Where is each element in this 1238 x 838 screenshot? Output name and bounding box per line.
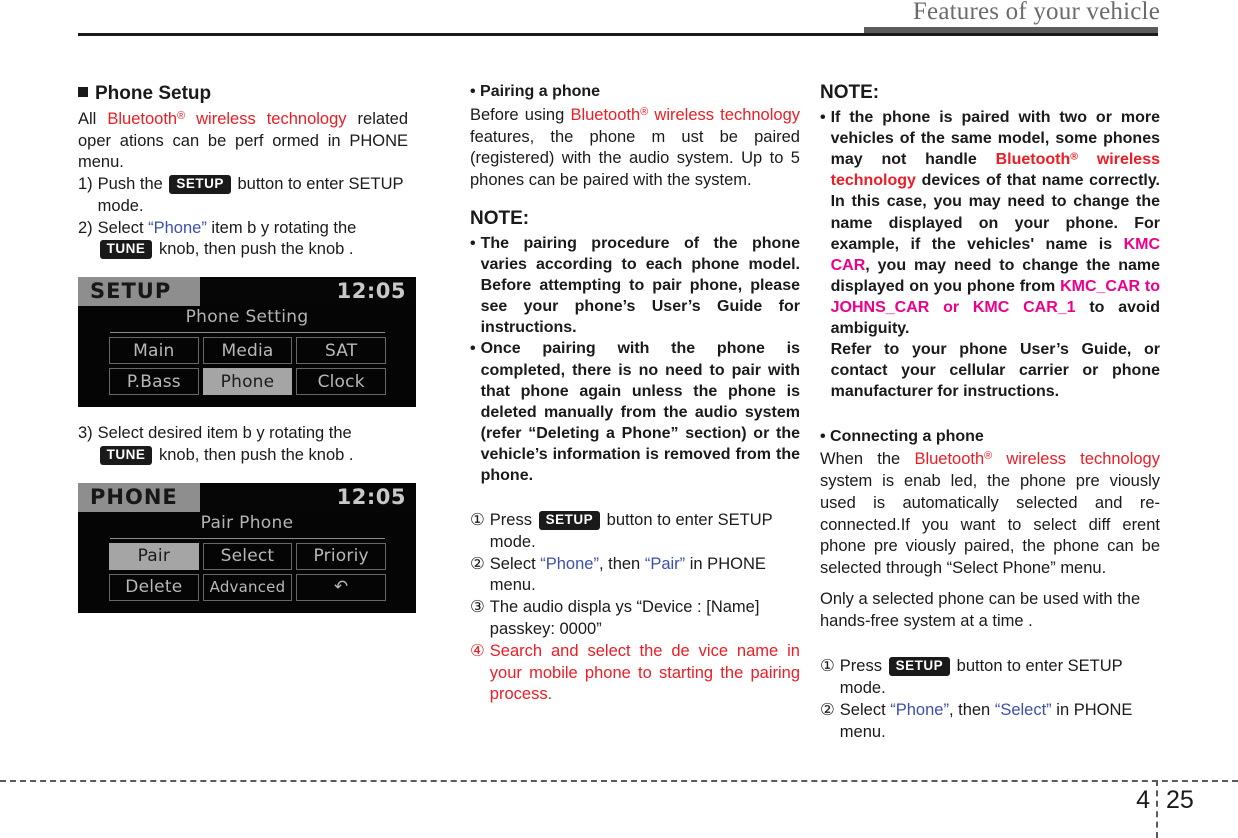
screen-button-delete[interactable]: Delete	[109, 573, 199, 601]
screen-mode-label: PHONE	[90, 484, 178, 509]
list-item: 2) Select “Phone” item b y rotating the …	[78, 218, 408, 262]
screen-clock: 12:05	[336, 484, 406, 509]
circled-number-marker: ①	[470, 511, 485, 530]
list-marker: 1)	[78, 175, 93, 194]
screen-button-priority[interactable]: Prioriy	[296, 542, 386, 570]
screen-button-grid: Pair Select Prioriy Delete Advanced ↶	[109, 542, 386, 601]
section-heading-phone-setup: Phone Setup	[78, 82, 408, 106]
bullet-marker: •	[470, 234, 476, 252]
square-bullet-icon	[78, 87, 88, 97]
list-item: ① Press SETUP button to enter SETUP mode…	[470, 510, 800, 554]
section-heading-connecting-a-phone: • Connecting a phone	[820, 427, 984, 445]
bluetooth-trademark: Bluetooth® wireless technology	[914, 450, 1160, 469]
setup-keycap: SETUP	[888, 657, 951, 677]
list-item: • If the phone is paired with two or mor…	[820, 107, 1160, 403]
middle-column: • Pairing a phone Before using Bluetooth…	[470, 82, 800, 706]
circled-number-marker: ②	[820, 700, 835, 719]
setup-keycap: SETUP	[538, 511, 601, 531]
footer-rule	[0, 780, 1238, 782]
note-heading: NOTE:	[820, 82, 880, 103]
screen-button-phone[interactable]: Phone	[202, 368, 293, 396]
footer-vertical-rule	[1156, 780, 1158, 838]
phone-setup-intro: All Bluetooth® wireless technology relat…	[78, 109, 409, 172]
screen-subtitle: Phone Setting	[185, 307, 309, 328]
screen-mode-label: SETUP	[90, 279, 172, 304]
screen-button-back-arrow-icon[interactable]: ↶	[296, 573, 386, 601]
registered-icon: ®	[984, 450, 993, 463]
note-heading: NOTE:	[470, 207, 530, 229]
screen-titlebar: PHONE 12:05	[78, 482, 416, 512]
list-item: ③ The audio displa ys “Device : [Name] p…	[470, 597, 800, 641]
connecting-body-1: When the Bluetooth® wireless technology …	[820, 450, 1160, 578]
connecting-body-2: Only a selected phone can be used with t…	[820, 589, 1141, 630]
list-item: ② Select “Phone”, then “Select” in PHONE…	[820, 700, 1160, 744]
list-marker: 3)	[78, 424, 93, 443]
menu-reference: “Phone”	[148, 218, 207, 237]
phone-screen-image: PHONE 12:05 Pair Phone Pair Select Prior…	[78, 482, 416, 613]
list-item: ④ Search and select the de vice name in …	[470, 641, 800, 706]
list-item: 1) Push the SETUP button to enter SETUP …	[78, 174, 408, 218]
screen-button-media[interactable]: Media	[202, 337, 293, 365]
screen-button-select[interactable]: Select	[202, 542, 293, 570]
circled-number-marker: ②	[470, 554, 485, 573]
registered-icon: ®	[177, 109, 186, 122]
list-item: • The pairing procedure of the phone var…	[470, 233, 800, 339]
menu-reference: “Pair”	[644, 554, 686, 573]
right-column: NOTE: • If the phone is paired with two …	[820, 82, 1160, 744]
setup-screen-image: SETUP 12:05 Phone Setting Main Media SAT…	[78, 277, 416, 408]
section-heading-pairing-a-phone: • Pairing a phone	[470, 83, 601, 100]
list-item: ② Select “Phone”, then “Pair” in PHONE m…	[470, 554, 800, 598]
page-header: Features of your vehicle	[0, 0, 1238, 40]
screen-button-sat[interactable]: SAT	[296, 337, 386, 365]
bullet-marker: •	[820, 109, 826, 126]
list-item: • Once pairing with the phone is complet…	[470, 338, 800, 486]
chapter-number: 4	[1136, 786, 1150, 814]
setup-keycap: SETUP	[169, 175, 231, 194]
bullet-marker: •	[470, 340, 476, 358]
screen-button-pair[interactable]: Pair	[109, 542, 199, 570]
screen-titlebar: SETUP 12:05	[78, 277, 416, 307]
registered-icon: ®	[640, 105, 649, 118]
tune-keycap: TUNE	[99, 240, 153, 260]
screen-clock: 12:05	[336, 279, 406, 304]
screen-divider	[110, 537, 385, 539]
screen-button-advanced[interactable]: Advanced	[202, 573, 293, 601]
screen-button-pbass[interactable]: P.Bass	[109, 368, 199, 396]
circled-number-marker: ①	[820, 657, 835, 676]
circled-number-marker: ④	[470, 641, 485, 660]
menu-reference: “Select”	[994, 700, 1052, 719]
tune-keycap: TUNE	[99, 445, 153, 465]
screen-divider	[110, 332, 385, 334]
bluetooth-trademark: Bluetooth® wireless technology	[107, 109, 347, 128]
screen-subtitle: Pair Phone	[200, 512, 294, 533]
screen-button-clock[interactable]: Clock	[296, 368, 386, 396]
list-item: ① Press SETUP button to enter SETUP mode…	[820, 656, 1160, 700]
circled-number-marker: ③	[470, 598, 485, 617]
page-title: Features of your vehicle	[912, 0, 1160, 25]
header-rule	[78, 33, 1158, 36]
menu-reference: “Phone”	[540, 554, 599, 573]
left-column: Phone Setup All Bluetooth® wireless tech…	[78, 82, 416, 613]
bluetooth-trademark: Bluetooth® wireless technology	[570, 105, 800, 124]
list-item: 3) Select desired item b y rotating the …	[78, 423, 408, 467]
registered-icon: ®	[1070, 150, 1079, 163]
page-number: 25	[1166, 786, 1194, 814]
list-marker: 2)	[78, 218, 93, 237]
screen-button-main[interactable]: Main	[109, 337, 199, 365]
menu-reference: “Phone”	[890, 700, 949, 719]
screen-button-grid: Main Media SAT P.Bass Phone Clock	[109, 337, 386, 396]
pairing-intro: Before using Bluetooth® wireless technol…	[470, 105, 800, 190]
